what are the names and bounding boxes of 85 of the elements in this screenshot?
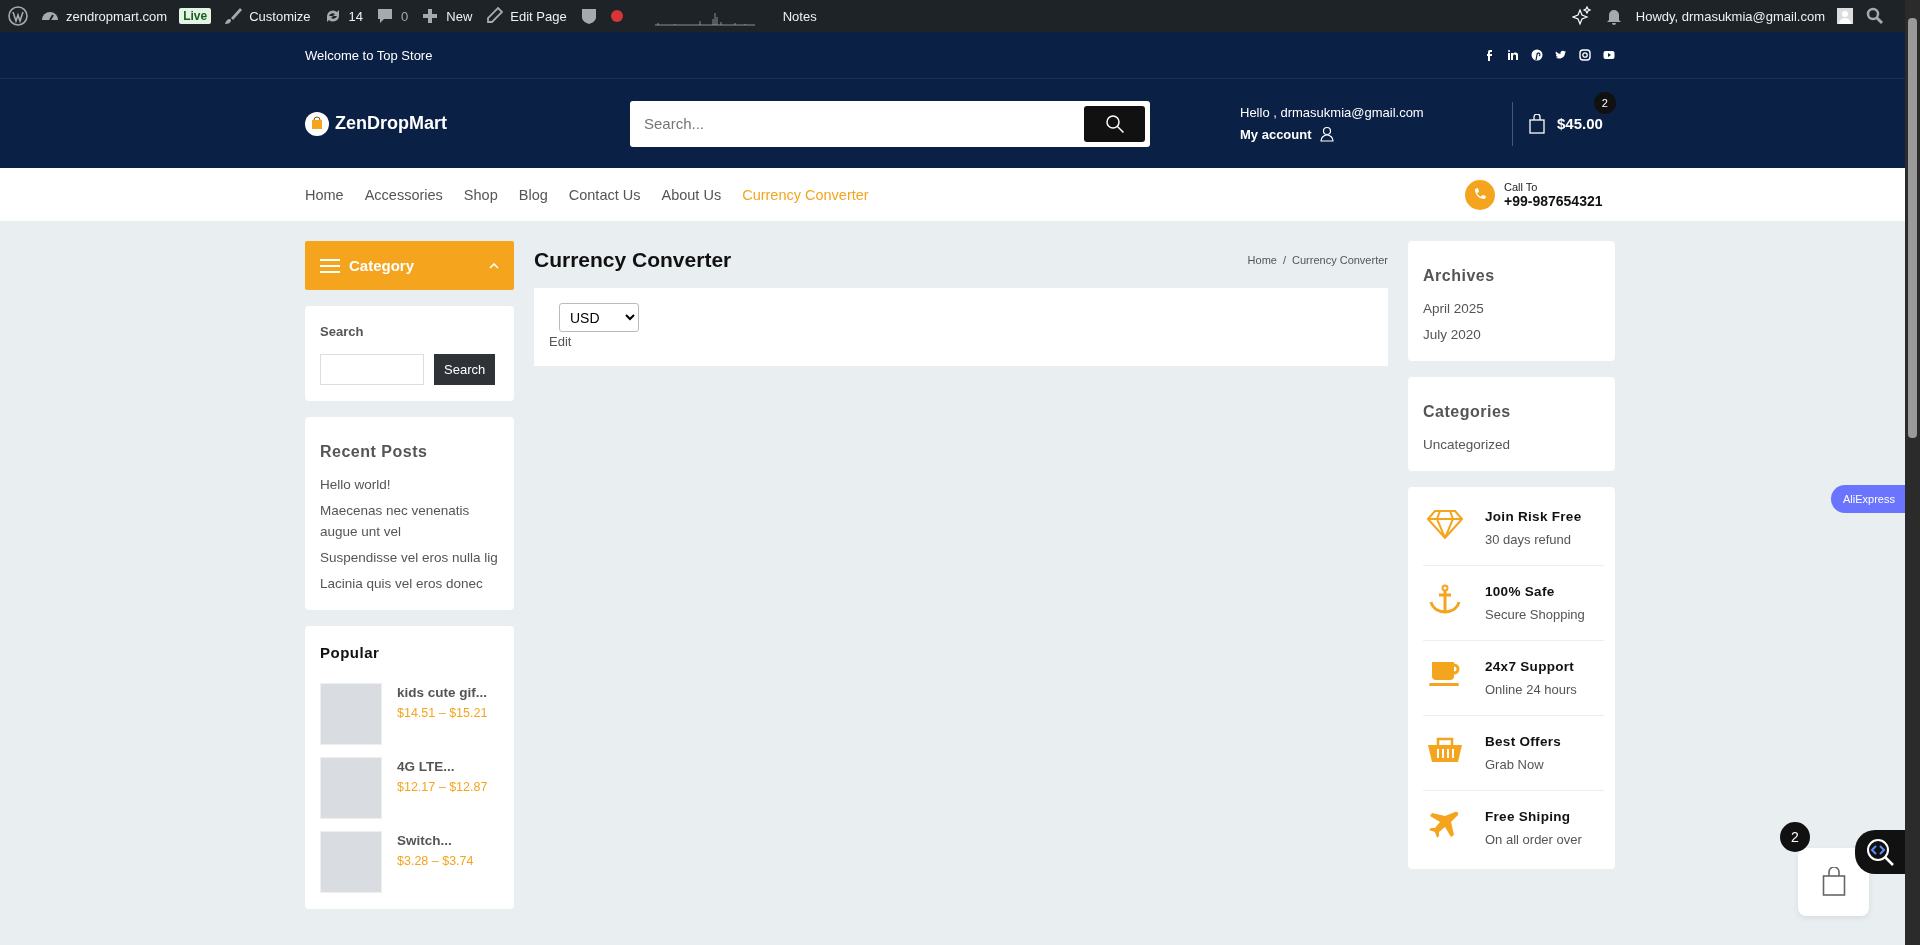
feature-title: Join Risk Free	[1485, 509, 1582, 524]
nav-link[interactable]: Blog	[518, 186, 548, 203]
pinterest-icon[interactable]	[1531, 49, 1543, 61]
nav-link[interactable]: Shop	[463, 186, 498, 203]
search-button[interactable]: Search	[434, 354, 496, 385]
nav-link[interactable]: Accessories	[364, 186, 443, 203]
floating-cart-button[interactable]	[1798, 848, 1869, 916]
cart-count-badge: 2	[1593, 91, 1616, 114]
customize-link[interactable]: Customize	[249, 8, 311, 24]
product-name-link[interactable]: kids cute gif...	[397, 685, 488, 700]
diamond-icon	[1427, 509, 1463, 539]
cart-count-badge: 2	[1780, 822, 1810, 852]
my-account-link[interactable]: My account	[1240, 126, 1312, 142]
site-name-link[interactable]: zendropmart.com	[66, 8, 168, 24]
call-to-label: Call To	[1504, 180, 1539, 193]
post-link[interactable]: Lacinia quis vel eros donec	[320, 573, 483, 594]
youtube-icon[interactable]	[1603, 49, 1615, 61]
currency-dropdown[interactable]: USD	[559, 303, 639, 332]
feature-subtitle: Grab Now	[1485, 757, 1545, 772]
new-link[interactable]: New	[446, 8, 473, 24]
widget-title: Recent Posts	[320, 443, 428, 461]
post-link[interactable]: Suspendisse vel eros nulla lig	[320, 547, 498, 568]
howdy-user-link[interactable]: Howdy, drmasukmia@gmail.com	[1635, 8, 1825, 24]
nav-link[interactable]: Contact Us	[568, 186, 641, 203]
shopping-bag-icon[interactable]	[1820, 867, 1847, 897]
sparkle-icon[interactable]	[1571, 6, 1592, 26]
edit-page-link[interactable]: Edit Page	[510, 8, 567, 24]
feature-subtitle: Online 24 hours	[1485, 682, 1577, 697]
nav-link[interactable]: Home	[305, 186, 344, 203]
feature-subtitle: Secure Shopping	[1485, 607, 1585, 622]
archive-link[interactable]: April 2025	[1423, 298, 1484, 319]
feature-title: Free Shiping	[1485, 809, 1572, 824]
pencil-icon[interactable]	[484, 6, 505, 26]
page-title: Currency Converter	[534, 248, 732, 272]
live-badge: Live	[179, 8, 212, 24]
scrollbar[interactable]	[1905, 0, 1920, 945]
feature-title: 100% Safe	[1485, 584, 1556, 599]
feature-subtitle: 30 days refund	[1485, 532, 1572, 547]
brush-icon[interactable]	[223, 6, 244, 26]
feature-subtitle: On all order over	[1485, 832, 1582, 847]
comments-count[interactable]: 0	[401, 8, 409, 24]
category-link[interactable]: Uncategorized	[1423, 434, 1511, 455]
wordpress-logo-icon[interactable]	[8, 6, 28, 26]
post-link[interactable]: Hello world!	[320, 474, 391, 495]
edit-link[interactable]: Edit	[549, 334, 572, 349]
twitter-icon[interactable]	[1555, 49, 1567, 61]
widget-title: Search	[320, 324, 364, 339]
breadcrumb-link[interactable]: Currency Converter	[1292, 254, 1388, 266]
product-price-range: $3.28 – $3.74	[397, 854, 474, 868]
search-field[interactable]: Search...	[630, 100, 1150, 147]
user-icon[interactable]	[1319, 126, 1334, 142]
feature-title: Best Offers	[1485, 734, 1562, 749]
search-icon[interactable]	[1865, 6, 1885, 26]
instagram-icon[interactable]	[1579, 49, 1591, 61]
notes-link[interactable]: Notes	[782, 8, 817, 24]
breadcrumb-link[interactable]: Home	[1247, 254, 1277, 266]
aliexpress-tab[interactable]: AliExpress	[1831, 485, 1905, 513]
phone-number[interactable]: +99-987654321	[1504, 192, 1603, 209]
hello-user-text: Hello , drmasukmia@gmail.com	[1240, 105, 1425, 120]
search-input[interactable]	[320, 354, 424, 385]
nav-link[interactable]: About Us	[661, 186, 722, 203]
archive-link[interactable]: July 2020	[1423, 324, 1481, 345]
widget-title: Archives	[1423, 267, 1495, 285]
breadcrumb-separator: /	[1282, 254, 1286, 266]
code-search-button[interactable]	[1855, 830, 1905, 874]
code-search-icon[interactable]	[1865, 837, 1895, 867]
welcome-text: Welcome to Top Store	[305, 47, 433, 63]
search-button[interactable]	[1084, 105, 1145, 142]
product-name-link[interactable]: Switch...	[397, 833, 474, 848]
anchor-icon	[1427, 584, 1463, 614]
product-name-link[interactable]: 4G LTE...	[397, 759, 488, 774]
widget-title: Popular	[320, 644, 380, 661]
post-link[interactable]: Maecenas nec venenatis augue unt vel	[320, 500, 499, 542]
shop-logo-icon[interactable]	[305, 111, 329, 136]
linkedin-icon[interactable]	[1507, 49, 1519, 61]
site-logo-text[interactable]: ZenDropMart	[335, 113, 447, 134]
product-price-range: $12.17 – $12.87	[397, 780, 488, 794]
feature-title: 24x7 Support	[1485, 659, 1576, 674]
cart-total[interactable]: $45.00	[1557, 115, 1603, 132]
widget-title: Categories	[1423, 403, 1511, 421]
search-icon[interactable]	[1104, 113, 1125, 134]
shopping-bag-icon[interactable]	[1529, 113, 1545, 134]
status-dot-icon[interactable]	[610, 10, 623, 22]
updates-count[interactable]: 14	[348, 8, 364, 24]
product-price-range: $14.51 – $15.21	[397, 706, 488, 720]
